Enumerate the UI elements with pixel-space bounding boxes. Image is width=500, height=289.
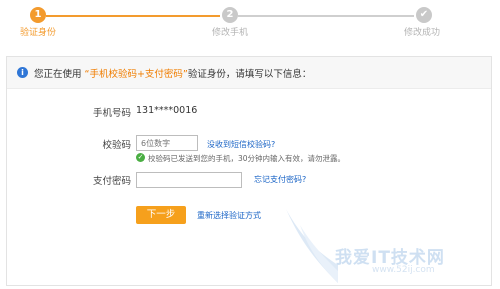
phone-label: 手机号码 <box>92 108 131 119</box>
notice-text: 您正在使用 “手机校验码+支付密码”验证身份，请填写以下信息： <box>34 66 311 80</box>
step-1-circle: 1 <box>30 7 46 23</box>
step-2-label: 修改手机 <box>212 28 249 38</box>
info-icon: i <box>17 67 28 78</box>
step-3-label: 修改成功 <box>404 28 441 38</box>
code-label: 校验码 <box>102 140 131 151</box>
notice-bar: i 您正在使用 “手机校验码+支付密码”验证身份，请填写以下信息： <box>7 57 491 89</box>
password-label: 支付密码 <box>92 176 131 187</box>
phone-value: 131****0016 <box>136 105 198 116</box>
reselect-method-link[interactable]: 重新选择验证方式 <box>197 210 261 221</box>
code-sent-hint: 校验码已发送到您的手机，30分钟内输入有效，请勿泄露。 <box>148 154 346 163</box>
step-1-label: 验证身份 <box>20 28 57 38</box>
notice-prefix: 您正在使用 <box>34 69 85 80</box>
next-button[interactable]: 下一步 <box>136 206 186 224</box>
resend-code-link[interactable]: 没收到短信校验码? <box>207 139 275 150</box>
success-check-icon: ✓ <box>136 153 145 162</box>
step-3-check-icon: ✔ <box>416 7 432 23</box>
payment-password-input[interactable] <box>136 172 242 188</box>
watermark-wing-icon <box>286 209 338 283</box>
watermark-url: www.52ij.com <box>372 265 435 275</box>
notice-suffix: 验证身份，请填写以下信息： <box>187 69 312 80</box>
step-2-circle: 2 <box>222 7 238 23</box>
code-input[interactable] <box>136 135 198 151</box>
step-connector-1 <box>46 15 220 17</box>
step-connector-2 <box>238 15 414 17</box>
forgot-password-link[interactable]: 忘记支付密码? <box>254 174 306 185</box>
notice-method-highlight: “手机校验码+支付密码” <box>84 69 188 80</box>
